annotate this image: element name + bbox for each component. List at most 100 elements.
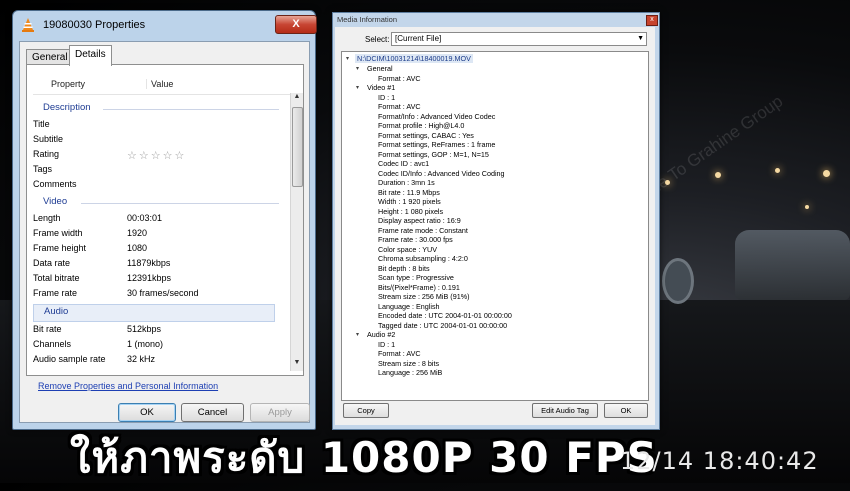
tree-item: Display aspect ratio : 16:9 <box>378 216 461 225</box>
property-key: Length <box>33 213 61 223</box>
property-key: Rating <box>33 149 60 159</box>
tree-expander-icon[interactable]: ▾ <box>356 65 359 72</box>
property-row[interactable]: Frame width 1920 <box>33 227 273 241</box>
tree-item: Format settings, GOP : M=1, N=15 <box>378 149 489 159</box>
property-key: Frame width <box>33 228 83 238</box>
tree-item: ID : 1 <box>378 92 396 102</box>
tree-item: Color space : YUV <box>378 244 437 254</box>
background-car <box>735 230 850 300</box>
properties-body: General Details Property Value Descripti… <box>19 41 310 423</box>
property-value: 1080 <box>127 243 148 253</box>
cancel-button[interactable]: Cancel <box>181 403 244 422</box>
section-audio-label: Audio <box>44 306 69 317</box>
media-ok-button[interactable]: OK <box>604 403 648 418</box>
scroll-up-arrow-icon[interactable]: ▲ <box>292 93 302 105</box>
property-row[interactable]: Length 00:03:01 <box>33 212 273 226</box>
section-video: Video <box>33 195 279 211</box>
tree-item: Scan type : Progressive <box>378 273 454 282</box>
property-key: Tags <box>33 164 53 174</box>
close-button[interactable]: X <box>275 15 317 34</box>
property-key: Data rate <box>33 258 71 268</box>
tree-expander-icon[interactable]: ▾ <box>356 331 359 338</box>
ok-button[interactable]: OK <box>118 403 176 422</box>
tree-item: Codec ID/Info : Advanced Video Coding <box>378 168 505 178</box>
property-value: 512kbps <box>127 324 162 334</box>
section-audio: Audio <box>33 304 275 322</box>
property-row[interactable]: Bit rate 512kbps <box>33 323 273 337</box>
column-property[interactable]: Property <box>51 79 85 89</box>
property-value: 11879kbps <box>127 258 171 268</box>
property-row[interactable]: Title <box>33 118 273 132</box>
dashcam-timestamp: 12/14 18:40:42 <box>620 447 819 475</box>
property-row[interactable]: Comments <box>33 178 273 192</box>
tree-item: Format : AVC <box>378 102 421 111</box>
property-key: Audio sample rate <box>33 354 106 364</box>
edit-audio-tag-button[interactable]: Edit Audio Tag <box>532 403 598 418</box>
media-close-button[interactable]: x <box>646 15 658 26</box>
remove-properties-link[interactable]: Remove Properties and Personal Informati… <box>38 381 218 391</box>
column-header: Property Value <box>33 76 293 95</box>
tree-item: Language : English <box>378 301 440 311</box>
property-key: Total bitrate <box>33 273 80 283</box>
tree-root-path[interactable]: N:\DCIM\10031214\18400019.MOV <box>355 54 473 63</box>
details-pane: Property Value Description Title Subtitl… <box>26 64 304 376</box>
property-row[interactable]: Tags <box>33 163 273 177</box>
tree-item: Codec ID : avc1 <box>378 159 430 168</box>
property-key: Title <box>33 119 50 129</box>
apply-button[interactable]: Apply <box>250 403 310 422</box>
property-row[interactable]: Frame rate 30 frames/second <box>33 287 273 301</box>
file-select-dropdown[interactable]: [Current File] ▼ <box>391 32 647 46</box>
property-list: Description Title Subtitle Rating ☆☆☆☆☆ … <box>33 101 291 371</box>
tree-item: Width : 1 920 pixels <box>378 197 441 206</box>
tab-details[interactable]: Details <box>69 45 112 66</box>
properties-window: 19080030 Properties X General Details Pr… <box>12 10 317 430</box>
tree-item: Format/Info : Advanced Video Codec <box>378 111 496 121</box>
property-row[interactable]: Frame height 1080 <box>33 242 273 256</box>
property-value: 00:03:01 <box>127 213 163 223</box>
section-description: Description <box>33 101 279 117</box>
column-value[interactable]: Value <box>146 79 173 89</box>
tree-group-audio[interactable]: Audio #2 <box>367 330 395 339</box>
scroll-down-arrow-icon[interactable]: ▼ <box>292 359 302 371</box>
property-row[interactable]: Audio sample rate 32 kHz <box>33 353 273 367</box>
select-value: [Current File] <box>395 34 442 43</box>
property-key: Comments <box>33 179 77 189</box>
tree-expander-icon[interactable]: ▾ <box>356 84 359 91</box>
property-row[interactable]: Total bitrate 12391kbps <box>33 272 273 286</box>
property-key: Channels <box>33 339 72 349</box>
tree-item: Frame rate mode : Constant <box>378 225 468 235</box>
tree-item: Height : 1 080 pixels <box>378 206 444 216</box>
tree-item: Stream size : 8 bits <box>378 358 440 368</box>
tab-general[interactable]: General <box>26 49 74 65</box>
property-row[interactable]: Subtitle <box>33 133 273 147</box>
property-key: Subtitle <box>33 134 64 144</box>
property-key: Frame rate <box>33 288 78 298</box>
tree-item: Bit depth : 8 bits <box>378 263 430 273</box>
tree-group-general[interactable]: General <box>367 64 393 73</box>
rating-stars[interactable]: ☆☆☆☆☆ <box>127 149 186 162</box>
tree-item: Bit rate : 11.9 Mbps <box>378 187 440 197</box>
tree-item: Language : 256 MiB <box>378 368 443 377</box>
section-video-label: Video <box>43 196 68 207</box>
section-description-label: Description <box>43 102 91 113</box>
property-row[interactable]: Channels 1 (mono) <box>33 338 273 352</box>
property-value: 32 kHz <box>127 354 156 364</box>
property-row[interactable]: Rating ☆☆☆☆☆ <box>33 148 273 162</box>
tree-group-video[interactable]: Video #1 <box>367 83 395 92</box>
vlc-cone-icon <box>22 18 34 32</box>
scrollbar-thumb[interactable] <box>292 107 303 187</box>
media-info-tree[interactable]: ▾ N:\DCIM\10031214\18400019.MOV ▾ Genera… <box>341 51 649 401</box>
chevron-down-icon[interactable]: ▼ <box>637 33 644 45</box>
tree-item: Chroma subsampling : 4:2:0 <box>378 254 468 263</box>
video-caption: ให้ภาพระดับ 1080P 30 FPS <box>70 433 658 482</box>
tree-item: Frame rate : 30.000 fps <box>378 235 453 244</box>
copy-button[interactable]: Copy <box>343 403 389 418</box>
property-value: 1 (mono) <box>127 339 164 349</box>
tree-item: Format settings, CABAC : Yes <box>378 130 474 140</box>
tree-expander-icon[interactable]: ▾ <box>346 55 349 62</box>
property-row[interactable]: Data rate 11879kbps <box>33 257 273 271</box>
media-info-window: Media Information x Select: [Current Fil… <box>332 12 660 430</box>
property-value: 12391kbps <box>127 273 172 283</box>
vertical-scrollbar[interactable]: ▲ ▼ <box>290 93 303 371</box>
tree-item: Tagged date : UTC 2004-01-01 00:00:00 <box>378 320 508 330</box>
